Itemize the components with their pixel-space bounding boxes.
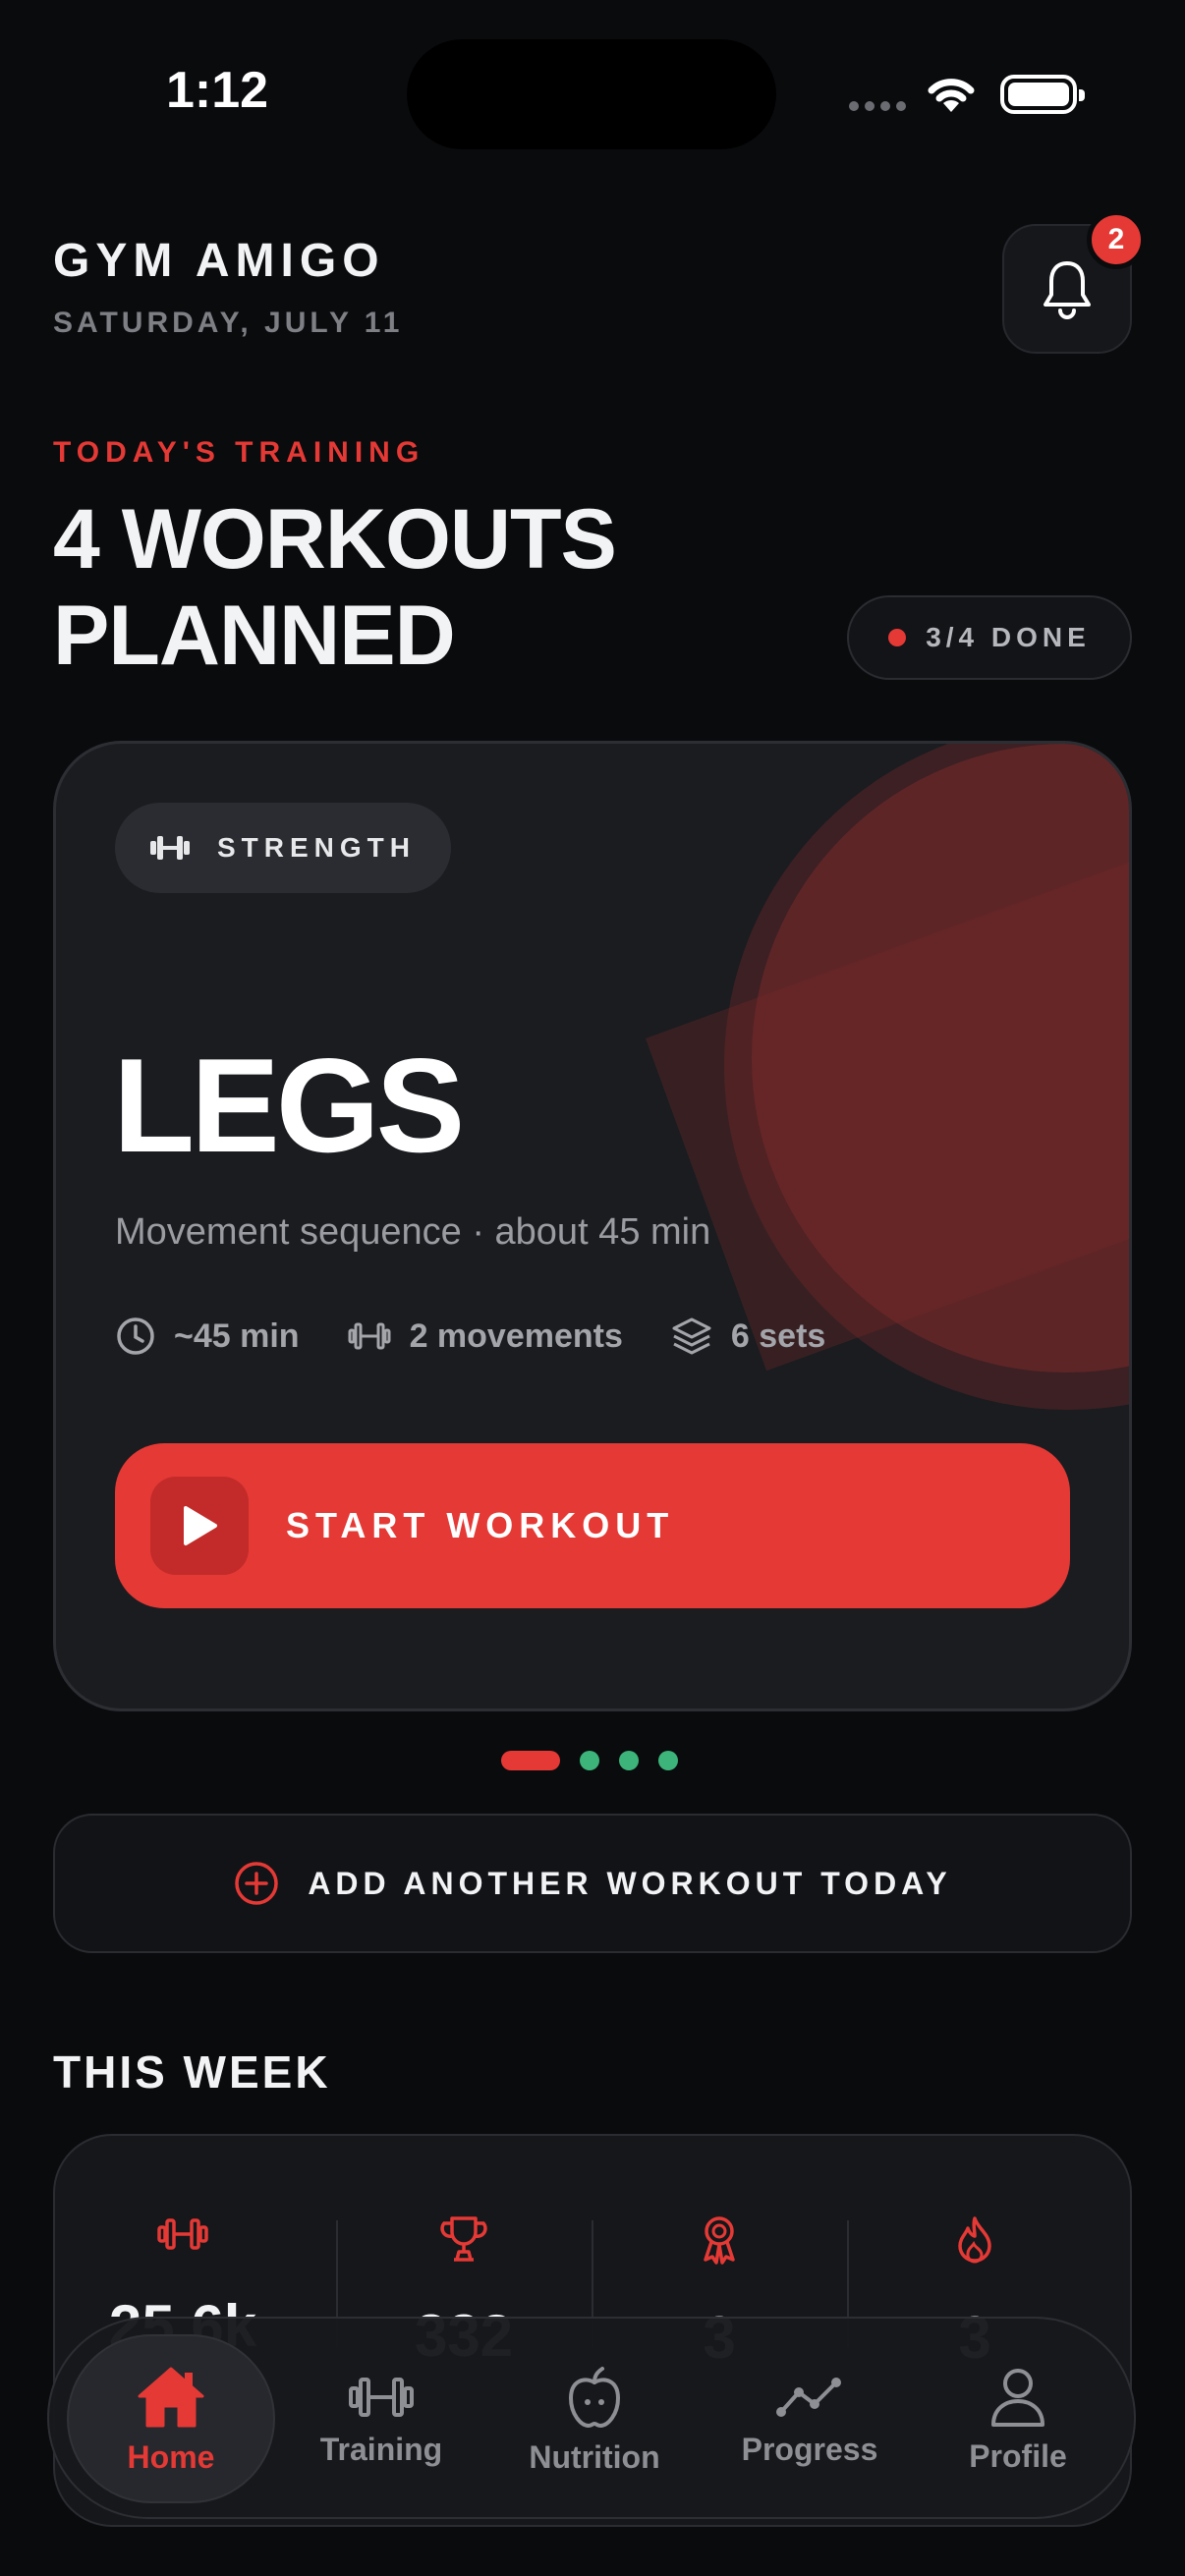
home-icon [138, 2367, 204, 2427]
chart-line-icon [776, 2377, 841, 2417]
add-workout-label: ADD ANOTHER WORKOUT TODAY [308, 1865, 952, 1901]
carousel-dot[interactable] [619, 1751, 639, 1770]
dumbbell-icon [150, 836, 190, 860]
sets-meta: 6 sets [670, 1316, 825, 1357]
apple-icon [569, 2366, 620, 2428]
tab-label: Progress [741, 2431, 878, 2467]
tab-training[interactable]: Training [283, 2319, 480, 2521]
play-icon [184, 1506, 217, 1545]
add-workout-button[interactable]: ADD ANOTHER WORKOUT TODAY [53, 1814, 1132, 1953]
dumbbell-icon [349, 2377, 414, 2417]
dumbbell-icon [348, 1322, 391, 1350]
page-title: 4 WORKOUTS PLANNED [53, 492, 617, 683]
section-eyebrow: TODAY'S TRAINING [53, 436, 425, 469]
status-dot [888, 629, 907, 646]
current-date: SATURDAY, JULY 11 [53, 307, 404, 339]
workout-title: LEGS [113, 1031, 465, 1180]
carousel-indicator[interactable] [501, 1751, 678, 1770]
trophy-icon [440, 2216, 487, 2262]
tab-label: Nutrition [529, 2438, 660, 2475]
clock-icon [117, 1317, 154, 1355]
tab-home[interactable]: Home [67, 2319, 275, 2521]
carousel-dot[interactable] [658, 1751, 678, 1770]
progress-label: 3/4 DONE [926, 622, 1091, 652]
section-title: THIS WEEK [53, 2046, 331, 2098]
cellular-signal-icon [849, 98, 912, 116]
workout-card[interactable]: STRENGTH LEGS Movement sequence · about … [53, 741, 1132, 1711]
progress-badge: 3/4 DONE [847, 595, 1132, 680]
workout-type-tag: STRENGTH [115, 803, 451, 893]
play-icon-box [150, 1477, 249, 1575]
dumbbell-icon [157, 2218, 208, 2250]
status-time: 1:12 [165, 62, 269, 119]
start-workout-label: START WORKOUT [286, 1505, 675, 1545]
tab-nutrition[interactable]: Nutrition [491, 2319, 698, 2521]
app-title: GYM AMIGO [53, 235, 385, 287]
tab-label: Training [319, 2431, 443, 2467]
bell-icon [1044, 261, 1091, 319]
notification-badge: 2 [1087, 210, 1146, 269]
battery-icon [1000, 75, 1085, 114]
carousel-dot[interactable] [580, 1751, 599, 1770]
layers-icon [672, 1317, 711, 1355]
dynamic-island [407, 39, 776, 149]
plus-circle-icon [235, 1862, 279, 1905]
workout-type-label: STRENGTH [217, 832, 416, 863]
tab-label: Profile [969, 2437, 1067, 2474]
tab-bar: Home Training Nutrition Progress Profile [47, 2317, 1136, 2519]
duration-meta: ~45 min [115, 1316, 300, 1357]
movements-meta: 2 movements [347, 1317, 623, 1356]
flame-icon [958, 2216, 991, 2264]
start-workout-button[interactable]: START WORKOUT [115, 1443, 1070, 1608]
wifi-icon [924, 73, 979, 119]
tab-profile[interactable]: Profile [920, 2319, 1116, 2521]
medal-icon [704, 2216, 735, 2265]
workout-meta: ~45 min 2 movements 6 sets [115, 1316, 873, 1357]
workout-subtitle: Movement sequence · about 45 min [115, 1211, 711, 1253]
user-icon [991, 2368, 1044, 2427]
tab-progress[interactable]: Progress [702, 2319, 918, 2521]
tab-label: Home [127, 2438, 215, 2475]
carousel-dot[interactable] [501, 1751, 560, 1770]
